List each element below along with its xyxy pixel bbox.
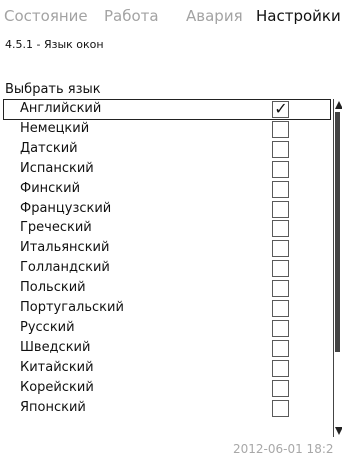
language-checkbox[interactable] [272,160,289,178]
language-checkbox[interactable] [272,300,289,317]
language-checkbox[interactable] [272,359,289,377]
language-option[interactable]: Корейский [3,378,331,397]
language-label: Греческий [20,220,92,236]
language-option[interactable]: Греческий [3,218,331,238]
language-label: Датский [20,140,78,156]
language-checkbox[interactable] [272,200,289,218]
language-label: Японский [20,399,86,415]
language-option[interactable]: Китайский [3,358,331,377]
language-option[interactable]: Немецкий [3,119,331,138]
scroll-up-arrow-icon[interactable] [335,101,342,109]
language-checkbox[interactable] [272,280,289,298]
language-label: Французский [20,200,112,216]
language-option[interactable]: Финский [3,179,331,198]
scroll-down-arrow-icon[interactable] [335,427,342,435]
language-option[interactable]: Французский [3,199,331,218]
language-option[interactable]: Польский [3,278,331,298]
language-label: Немецкий [20,120,90,136]
language-checkbox[interactable]: ✓ [272,99,289,118]
language-option[interactable]: Датский [3,139,331,158]
scroll-thumb[interactable] [335,112,340,352]
language-option[interactable]: Голландский [3,258,331,278]
language-label: Голландский [20,260,110,276]
language-label: Английский [20,101,102,116]
scrollbar[interactable] [333,99,342,437]
tab-alarm[interactable]: Авария [186,7,243,25]
language-option[interactable]: Шведский [3,338,331,357]
language-checkbox[interactable] [272,180,289,198]
language-checkbox[interactable] [272,240,289,258]
language-option[interactable]: Испанский [3,159,331,178]
language-label: Финский [20,180,81,196]
language-checkbox[interactable] [272,339,289,357]
language-checkbox[interactable] [272,120,289,138]
language-label: Португальский [20,300,124,315]
tab-operation[interactable]: Работа [104,7,159,25]
language-option[interactable]: Португальский [3,298,331,317]
language-option[interactable]: Английский ✓ [3,99,331,120]
language-label: Китайский [20,359,94,375]
language-option[interactable]: Итальянский [3,238,331,258]
language-checkbox[interactable] [272,260,289,278]
tab-settings[interactable]: Настройки [256,7,341,25]
language-label: Корейский [20,379,94,395]
language-checkbox[interactable] [272,319,289,337]
language-checkbox[interactable] [272,140,289,158]
language-option[interactable]: Русский [3,318,331,337]
language-label: Польский [20,280,86,296]
checkmark-icon: ✓ [274,99,288,118]
language-checkbox[interactable] [272,399,289,417]
language-label: Итальянский [20,240,110,256]
section-label: Выбрать язык [5,82,101,97]
status-timestamp: 2012-06-01 18:2 [233,442,334,456]
language-option[interactable]: Японский [3,398,331,417]
tab-bar: Состояние Работа Авария Настройки [0,0,342,32]
language-label: Испанский [20,160,94,176]
language-list: Английский ✓ Немецкий Датский Испанский Финск… [3,99,335,437]
language-checkbox[interactable] [272,379,289,397]
tab-status[interactable]: Состояние [4,7,88,25]
language-label: Русский [20,319,75,335]
language-label: Шведский [20,339,91,355]
language-checkbox[interactable] [272,220,289,238]
page-title: 4.5.1 - Язык окон [5,38,104,51]
